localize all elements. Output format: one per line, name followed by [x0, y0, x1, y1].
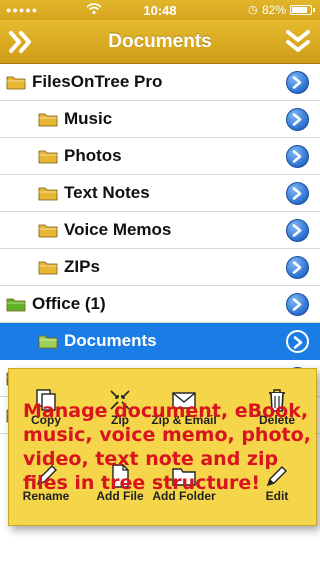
- folder-icon: [38, 185, 58, 201]
- folder-icon: [38, 259, 58, 275]
- disclosure-arrow-icon[interactable]: [286, 256, 309, 279]
- disclosure-arrow-icon[interactable]: [286, 182, 309, 205]
- folder-icon: [38, 111, 58, 127]
- tree-row-label: Music: [64, 109, 113, 128]
- tree-row-label: FilesOnTree Pro: [32, 72, 163, 91]
- tree-row[interactable]: Photos: [0, 138, 320, 175]
- tree-row[interactable]: ZIPs: [0, 249, 320, 286]
- nav-bar: Documents: [0, 20, 320, 64]
- page-title: Documents: [108, 31, 212, 52]
- tree-row[interactable]: Documents: [0, 323, 320, 360]
- folder-icon: [38, 148, 58, 164]
- disclosure-arrow-icon[interactable]: [286, 330, 309, 353]
- folder-icon: [6, 74, 26, 90]
- folder-icon: [38, 333, 58, 349]
- disclosure-arrow-icon[interactable]: [286, 71, 309, 94]
- folder-icon: [38, 222, 58, 238]
- action-popup: Edit Add Folder Add File Rename Delete Zip & …: [8, 368, 317, 526]
- tree-row[interactable]: Voice Memos: [0, 212, 320, 249]
- alarm-clock-icon: ◷: [248, 4, 258, 16]
- tree-row[interactable]: FilesOnTree Pro: [0, 64, 320, 101]
- disclosure-arrow-icon[interactable]: [286, 293, 309, 316]
- tree-row-label: Documents: [64, 331, 157, 350]
- battery-percent: 82%: [262, 3, 287, 17]
- folder-icon: [6, 296, 26, 312]
- status-bar: ●●●●● 10:48 ◷ 82%: [0, 0, 320, 20]
- tree-row-label: Office (1): [32, 294, 106, 313]
- tree-row-label: Text Notes: [64, 183, 150, 202]
- disclosure-arrow-icon[interactable]: [286, 108, 309, 131]
- tree-row[interactable]: Office (1): [0, 286, 320, 323]
- tree-row-label: Photos: [64, 146, 122, 165]
- disclosure-arrow-icon[interactable]: [286, 145, 309, 168]
- battery-icon: [290, 5, 315, 15]
- tree-row[interactable]: Music: [0, 101, 320, 138]
- disclosure-arrow-icon[interactable]: [286, 219, 309, 242]
- tree-row-label: ZIPs: [64, 257, 100, 276]
- tree-row[interactable]: Text Notes: [0, 175, 320, 212]
- tree-row-label: Voice Memos: [64, 220, 172, 239]
- promo-caption: Manage document, eBook, music, voice mem…: [23, 400, 311, 494]
- collapse-down-icon[interactable]: [282, 26, 314, 58]
